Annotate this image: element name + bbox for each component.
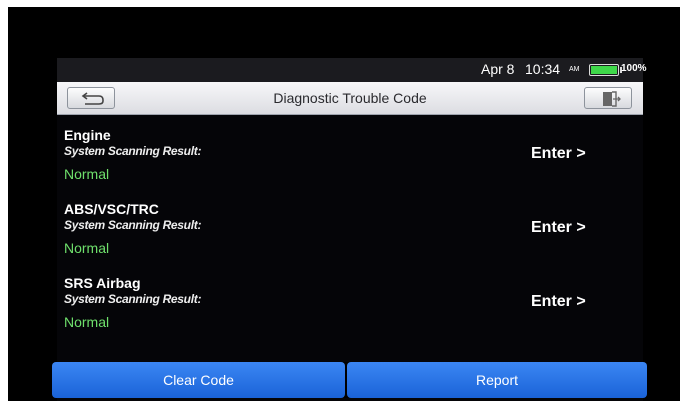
- device-frame: Apr 8 10:34 AM 100% Diagnostic Trouble C…: [8, 7, 680, 401]
- system-list: Engine System Scanning Result: Normal En…: [57, 127, 643, 349]
- battery-icon: [589, 64, 619, 76]
- system-name: Engine: [64, 127, 111, 143]
- enter-button-abs[interactable]: Enter >: [531, 215, 611, 241]
- battery-fill: [591, 66, 617, 74]
- report-button[interactable]: Report: [347, 362, 647, 398]
- status-ampm: AM: [569, 66, 580, 73]
- status-time: 10:34: [525, 61, 561, 77]
- bottom-action-bar: Clear Code Report: [52, 362, 647, 398]
- scan-result-label: System Scanning Result:: [64, 144, 202, 158]
- scan-result-label: System Scanning Result:: [64, 218, 202, 232]
- scan-status: Normal: [64, 240, 110, 256]
- scan-result-label: System Scanning Result:: [64, 292, 202, 306]
- screen: Apr 8 10:34 AM 100% Diagnostic Trouble C…: [52, 58, 647, 401]
- exit-door-icon: [603, 91, 621, 107]
- clear-code-button[interactable]: Clear Code: [52, 362, 345, 398]
- system-name: SRS Airbag: [64, 275, 141, 291]
- battery-percent: 100%: [621, 63, 647, 74]
- scan-status: Normal: [64, 166, 110, 182]
- back-arrow-icon: [81, 92, 104, 105]
- back-button[interactable]: [67, 87, 115, 109]
- scan-status: Normal: [64, 314, 110, 330]
- status-date: Apr 8: [481, 61, 515, 77]
- device-bezel: Apr 8 10:34 AM 100% Diagnostic Trouble C…: [0, 0, 688, 405]
- title-bar: Diagnostic Trouble Code: [57, 82, 643, 115]
- status-bar: Apr 8 10:34 AM 100%: [57, 58, 647, 82]
- page-title: Diagnostic Trouble Code: [273, 90, 427, 106]
- list-item-engine: Engine System Scanning Result: Normal En…: [57, 127, 643, 201]
- list-item-srs: SRS Airbag System Scanning Result: Norma…: [57, 275, 643, 349]
- system-name: ABS/VSC/TRC: [64, 201, 159, 217]
- exit-button[interactable]: [584, 87, 632, 109]
- enter-button-srs[interactable]: Enter >: [531, 289, 611, 315]
- list-item-abs: ABS/VSC/TRC System Scanning Result: Norm…: [57, 201, 643, 275]
- enter-button-engine[interactable]: Enter >: [531, 141, 611, 167]
